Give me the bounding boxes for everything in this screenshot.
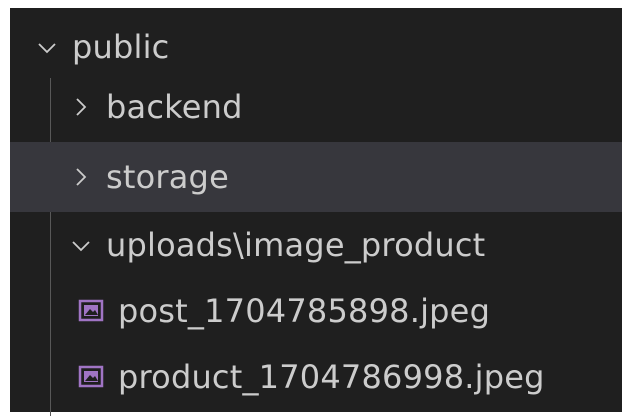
image-file-icon	[78, 298, 104, 324]
folder-label: uploads\image_product	[106, 226, 486, 264]
file-label: post_1704785898.jpeg	[118, 292, 491, 330]
tree-folder-backend[interactable]: backend	[10, 72, 622, 142]
file-label: product_1704786998.jpeg	[118, 358, 545, 396]
folder-label: backend	[106, 88, 243, 126]
frame-left-edge	[0, 0, 10, 416]
chevron-down-icon	[36, 36, 58, 58]
frame-right-edge	[622, 0, 628, 416]
image-file-icon	[78, 364, 104, 390]
folder-label: public	[72, 28, 170, 66]
frame-top-edge	[0, 0, 628, 8]
folder-label: storage	[106, 158, 229, 196]
file-explorer-tree: public backend storage uploads\image_pro…	[0, 0, 628, 416]
tree-file-product[interactable]: product_1704786998.jpeg	[10, 342, 622, 412]
tree-folder-storage[interactable]: storage	[10, 142, 622, 212]
tree-file-post[interactable]: post_1704785898.jpeg	[10, 276, 622, 346]
chevron-down-icon	[70, 234, 92, 256]
chevron-right-icon	[70, 96, 92, 118]
frame-bottom-edge	[0, 412, 628, 416]
tree-folder-uploads-image-product[interactable]: uploads\image_product	[10, 210, 622, 280]
chevron-right-icon	[70, 166, 92, 188]
